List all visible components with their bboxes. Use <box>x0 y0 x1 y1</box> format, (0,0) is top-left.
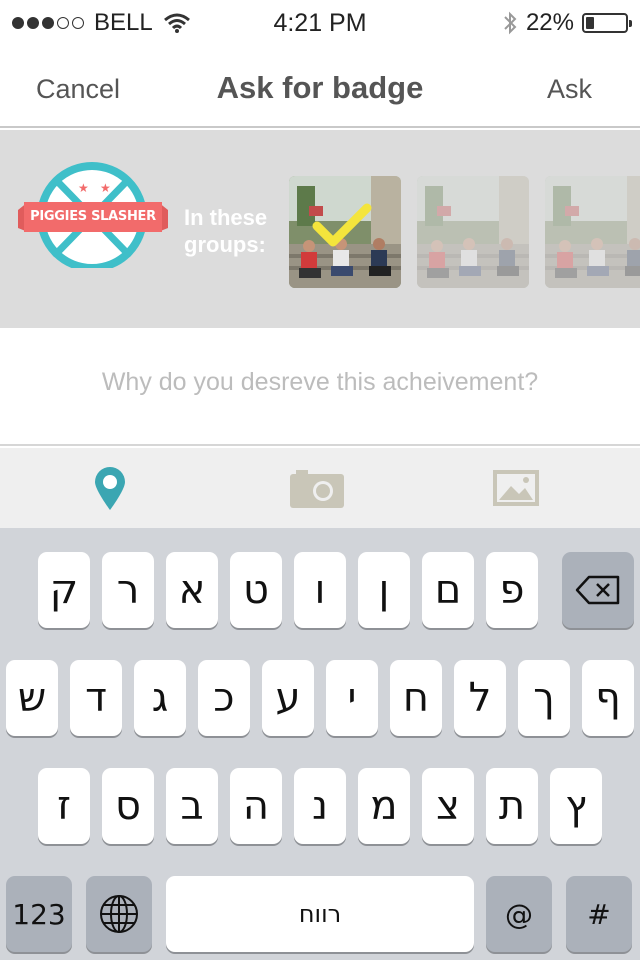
key-letter[interactable]: ט <box>230 552 282 628</box>
key-letter[interactable]: י <box>326 660 378 736</box>
attachment-toolbar <box>0 448 640 528</box>
svg-text:★: ★ <box>78 181 89 195</box>
globe-icon <box>100 895 138 933</box>
at-key[interactable]: @ <box>486 876 552 952</box>
badge-name: PIGGIES SLASHER <box>30 209 156 224</box>
group-photo-selected[interactable] <box>289 176 401 288</box>
key-letter[interactable]: ג <box>134 660 186 736</box>
reason-placeholder: Why do you desreve this acheivement? <box>101 368 539 396</box>
key-letter[interactable]: נ <box>294 768 346 844</box>
key-letter[interactable]: פ <box>486 552 538 628</box>
svg-text:★: ★ <box>100 181 111 195</box>
camera-icon[interactable] <box>290 468 344 508</box>
key-letter[interactable]: ע <box>262 660 314 736</box>
ask-button[interactable]: Ask <box>547 74 592 105</box>
key-letter[interactable]: ש <box>6 660 58 736</box>
key-letter[interactable]: כ <box>198 660 250 736</box>
key-letter[interactable]: ד <box>70 660 122 736</box>
key-letter[interactable]: ס <box>102 768 154 844</box>
key-letter[interactable]: ן <box>358 552 410 628</box>
key-letter[interactable]: ץ <box>550 768 602 844</box>
key-letter[interactable]: ם <box>422 552 474 628</box>
location-pin-icon[interactable] <box>92 466 128 512</box>
group-photo[interactable] <box>417 176 529 288</box>
numbers-key[interactable]: 123 <box>6 876 72 952</box>
image-icon[interactable] <box>493 470 539 506</box>
battery-icon <box>582 13 632 33</box>
reason-textarea[interactable]: Why do you desreve this acheivement? <box>0 328 640 446</box>
key-letter[interactable]: ח <box>390 660 442 736</box>
battery-percent: 22% <box>525 9 574 36</box>
key-letter[interactable]: מ <box>358 768 410 844</box>
bluetooth-icon <box>504 11 517 35</box>
key-letter[interactable]: ק <box>38 552 90 628</box>
key-letter[interactable]: ב <box>166 768 218 844</box>
status-bar: BELL 4:21 PM 22% <box>0 0 640 44</box>
page-title: Ask for badge <box>216 70 424 105</box>
key-letter[interactable]: ר <box>102 552 154 628</box>
group-photo[interactable] <box>545 176 640 288</box>
key-letter[interactable]: ה <box>230 768 282 844</box>
key-letter[interactable]: ו <box>294 552 346 628</box>
badge-logo: ★ ★ PIGGIES SLASHER <box>18 162 168 272</box>
hebrew-keyboard: ק ר א ט ו ן ם פ ש ד ג כ ע י ח ל ך ף ז ס ב ה נ מ צ ת ץ 123 רווח @ # <box>0 528 640 960</box>
badge-header: ★ ★ PIGGIES SLASHER In these groups: <box>0 130 640 328</box>
backspace-icon <box>575 575 620 605</box>
key-letter[interactable]: ך <box>518 660 570 736</box>
hash-key[interactable]: # <box>566 876 632 952</box>
globe-key[interactable] <box>86 876 152 952</box>
key-letter[interactable]: ת <box>486 768 538 844</box>
key-letter[interactable]: ל <box>454 660 506 736</box>
key-letter[interactable]: צ <box>422 768 474 844</box>
key-letter[interactable]: ז <box>38 768 90 844</box>
key-letter[interactable]: א <box>166 552 218 628</box>
space-key[interactable]: רווח <box>166 876 474 952</box>
key-letter[interactable]: ף <box>582 660 634 736</box>
backspace-key[interactable] <box>562 552 634 628</box>
navigation-bar: Cancel Ask for badge Ask <box>0 44 640 128</box>
groups-label: In these groups: <box>184 205 268 257</box>
